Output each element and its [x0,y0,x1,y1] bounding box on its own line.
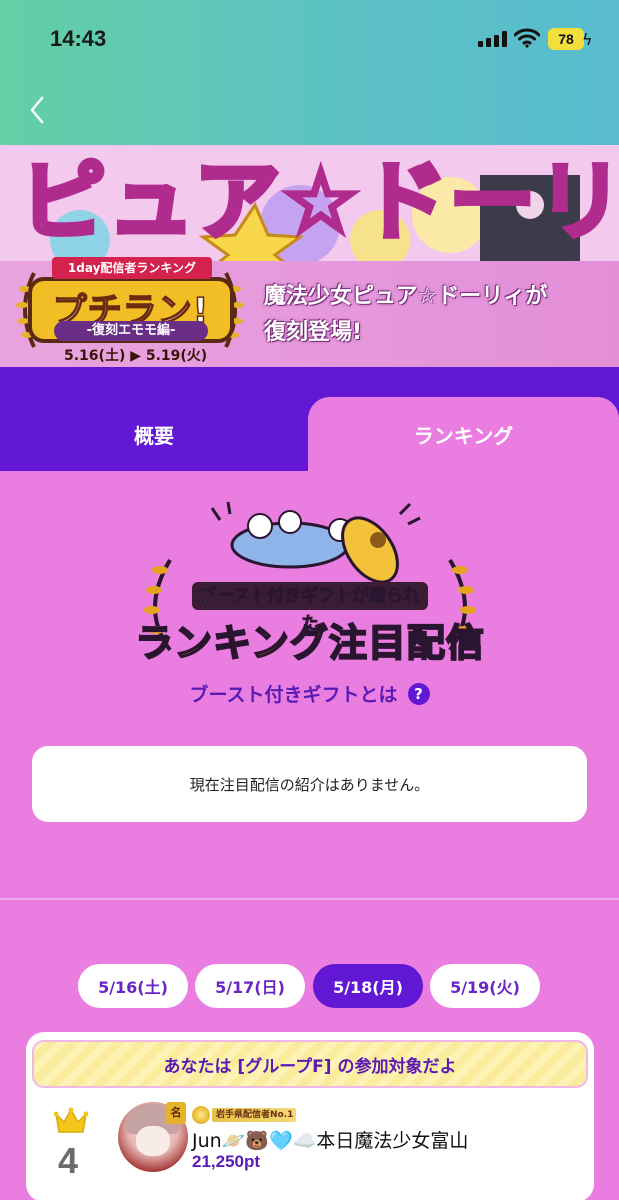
date-pill-5-17[interactable]: 5/17(日) [195,964,305,1008]
cellular-signal-icon [478,31,508,47]
crown-icon [54,1107,88,1133]
ranking-card: あなたは [グループF] の参加対象だよ 4 名 岩手県配信者No.1 Jun🪐… [26,1032,594,1200]
badge-gem-icon [192,1106,210,1124]
tab-ranking[interactable]: ランキング [308,397,619,471]
date-selector: 5/16(土) 5/17(日) 5/18(月) 5/19(火) [0,964,619,1008]
banner-caption-line2: 復刻登場! [264,320,363,345]
avatar-face [136,1126,170,1156]
streamer-title-label: 岩手県配信者No.1 [212,1108,296,1122]
boost-gift-help-link[interactable]: ブースト付きギフトとは? [0,680,619,707]
date-pill-5-16[interactable]: 5/16(土) [78,964,188,1008]
banner-title-art: ピュア☆ドーリィ [17,150,619,255]
group-notice: あなたは [グループF] の参加対象だよ [32,1040,588,1088]
boost-graphic-title: ランキング注目配信 [134,620,485,666]
chevron-left-icon[interactable] [26,92,48,128]
featured-stream-notice: 現在注目配信の紹介はありません。 [32,746,587,822]
boost-ranking-graphic: ブースト付きギフトが贈られた ランキング注目配信 [130,500,490,670]
help-icon[interactable]: ? [407,682,430,705]
badge-dates: 5.16(土) ▶ 5.19(火) [64,348,208,364]
date-pill-5-18[interactable]: 5/18(月) [313,964,423,1008]
streamer-title-badge: 岩手県配信者No.1 [192,1106,296,1124]
tab-bar: 概要 ランキング [0,367,619,471]
badge-plate: プチラン! -復刻エモモ編- [28,277,234,343]
streamer-name[interactable]: Jun🪐🐻🩵☁️本日魔法少女富山 [192,1126,468,1153]
rank-number: 4 [58,1140,79,1181]
section-divider [0,898,619,900]
header-bar: 14:43 78 ϟ [0,0,619,145]
banner-caption: 魔法少女ピュア☆ドーリィが 復刻登場! [264,279,547,351]
badge-subtitle: -復刻エモモ編- [54,321,208,341]
badge-ribbon: 1day配信者ランキング [52,257,212,279]
banner-caption-line1: 魔法少女ピュア☆ドーリィが [264,284,548,309]
status-time: 14:43 [50,26,107,51]
wifi-icon [514,28,540,48]
petit-ranking-badge: プチラン! -復刻エモモ編- 1day配信者ランキング 5.16(土) ▶ 5.… [14,251,246,364]
boost-gift-help-text[interactable]: ブースト付きギフトとは [189,684,397,706]
charging-bolt-icon: ϟ [582,30,593,49]
date-pill-5-19[interactable]: 5/19(火) [430,964,540,1008]
boost-graphic-subtitle: ブースト付きギフトが贈られた [192,582,428,634]
battery-icon: 78 ϟ [548,28,593,50]
battery-level: 78 [548,28,584,50]
streamer-points: 21,250pt [192,1152,261,1171]
tab-overview[interactable]: 概要 [0,397,308,471]
avatar-name-tag: 名 [166,1102,186,1124]
event-banner[interactable]: ピュア☆ドーリィ プチラン! -復刻エモモ編- 1day配信者ランキング 5.1… [0,145,619,367]
